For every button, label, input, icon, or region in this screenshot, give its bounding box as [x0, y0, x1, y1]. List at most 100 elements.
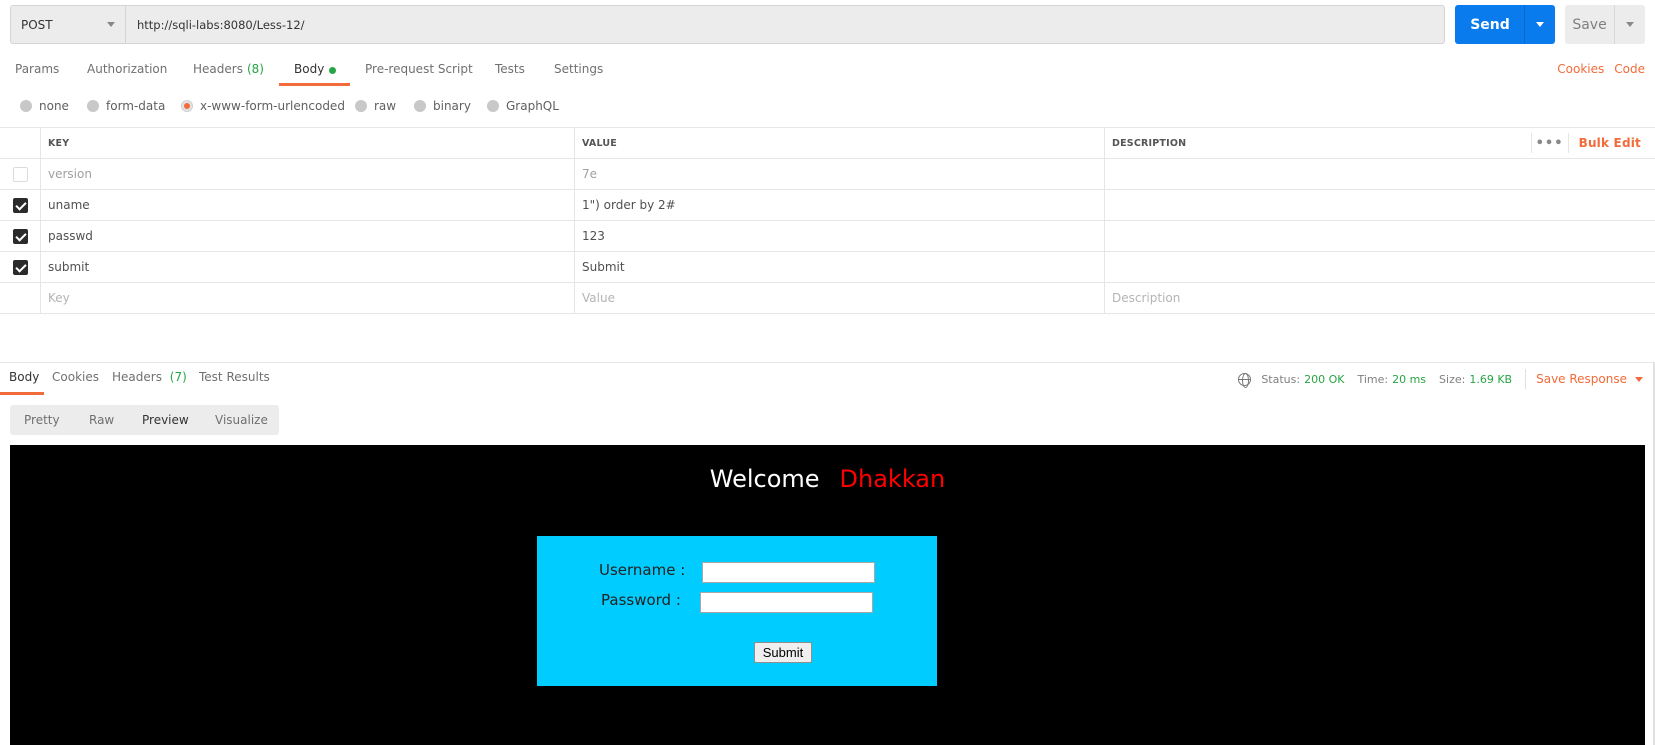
time-value[interactable]: 20 ms	[1392, 373, 1426, 386]
radio-x-www-form-urlencoded[interactable]: x-www-form-urlencoded	[181, 99, 345, 113]
row-checkbox[interactable]	[12, 166, 28, 182]
url-value: http://sqli-labs:8080/Less-12/	[137, 17, 305, 32]
status-value[interactable]: 200 OK	[1304, 373, 1344, 386]
request-bar: POST http://sqli-labs:8080/Less-12/ Send…	[10, 5, 1645, 44]
login-form: Username : Password : Submit	[537, 536, 937, 686]
radio-binary[interactable]: binary	[414, 99, 471, 113]
row-value[interactable]: Submit	[574, 252, 1104, 282]
code-link[interactable]: Code	[1614, 62, 1645, 76]
row-key[interactable]: passwd	[40, 221, 574, 251]
response-tab-cookies[interactable]: Cookies	[52, 370, 99, 384]
header-value: VALUE	[574, 128, 1104, 158]
row-checkbox[interactable]	[12, 197, 28, 213]
save-options-chevron-icon[interactable]	[1626, 22, 1634, 27]
submit-button[interactable]: Submit	[754, 642, 812, 663]
bulk-edit-link[interactable]: Bulk Edit	[1569, 136, 1655, 150]
save-button[interactable]: Save	[1565, 5, 1614, 44]
method-select[interactable]: POST	[10, 5, 126, 44]
tab-authorization[interactable]: Authorization	[87, 56, 167, 86]
new-description-input[interactable]: Description	[1104, 283, 1655, 313]
row-value[interactable]: 1") order by 2#	[574, 190, 1104, 220]
size-value[interactable]: 1.69 KB	[1469, 373, 1512, 386]
row-checkbox-cell	[0, 159, 40, 189]
header-description-label: DESCRIPTION	[1112, 137, 1187, 149]
params-table: KEY VALUE DESCRIPTION ••• Bulk Edit vers…	[0, 127, 1655, 314]
radio-circle-icon	[20, 100, 32, 112]
radio-label: x-www-form-urlencoded	[200, 99, 345, 113]
tab-body[interactable]: Body	[294, 56, 337, 86]
tab-label: Settings	[554, 62, 604, 76]
row-checkbox-cell	[0, 190, 40, 220]
new-value-input[interactable]: Value	[574, 283, 1104, 313]
row-value[interactable]: 123	[574, 221, 1104, 251]
row-value[interactable]: 7e	[574, 159, 1104, 189]
row-key[interactable]: version	[40, 159, 574, 189]
username-label: Username :	[599, 561, 686, 579]
save-response-label: Save Response	[1536, 372, 1627, 386]
tab-params[interactable]: Params	[15, 56, 59, 86]
headers-count: (8)	[246, 62, 264, 76]
response-status: Status: 200 OK Time: 20 ms Size: 1.69 KB…	[1238, 369, 1655, 389]
tab-label: Headers	[193, 62, 243, 76]
ellipsis-icon[interactable]: •••	[1530, 133, 1569, 153]
send-button[interactable]: Send	[1455, 5, 1525, 44]
row-description[interactable]	[1104, 190, 1655, 220]
send-divider	[1524, 5, 1525, 44]
header-description: DESCRIPTION ••• Bulk Edit	[1104, 128, 1655, 158]
row-checkbox[interactable]	[12, 259, 28, 275]
radio-circle-icon	[414, 100, 426, 112]
tab-settings[interactable]: Settings	[554, 56, 603, 86]
new-param-row: Key Value Description	[0, 283, 1655, 314]
radio-graphql[interactable]: GraphQL	[487, 99, 559, 113]
send-button-group: Send	[1455, 5, 1555, 44]
radio-selected-icon	[181, 100, 193, 112]
welcome-name: Dhakkan	[839, 465, 946, 493]
tab-headers[interactable]: Headers (8)	[193, 56, 264, 86]
url-input[interactable]: http://sqli-labs:8080/Less-12/	[125, 5, 1445, 44]
method-value: POST	[21, 17, 53, 32]
status-label: Status:	[1261, 372, 1301, 386]
header-key: KEY	[40, 128, 574, 158]
mode-visualize[interactable]: Visualize	[215, 405, 268, 435]
row-key[interactable]: uname	[40, 190, 574, 220]
row-description[interactable]	[1104, 252, 1655, 282]
row-key[interactable]: submit	[40, 252, 574, 282]
row-checkbox[interactable]	[12, 228, 28, 244]
welcome-heading: Welcome Dhakkan	[10, 465, 1645, 493]
radio-raw[interactable]: raw	[355, 99, 396, 113]
tab-label: Params	[15, 62, 60, 76]
row-description[interactable]	[1104, 159, 1655, 189]
mode-pretty[interactable]: Pretty	[24, 405, 60, 435]
cookies-link[interactable]: Cookies	[1557, 62, 1604, 76]
chevron-down-icon	[107, 22, 115, 27]
save-divider	[1614, 5, 1615, 44]
pane-divider[interactable]	[0, 362, 1655, 363]
response-tabs: Body Cookies Headers (7) Test Results St…	[0, 369, 1655, 396]
response-tab-test-results[interactable]: Test Results	[199, 370, 270, 384]
active-tab-underline	[279, 83, 350, 86]
view-mode-switcher: Pretty Raw Preview Visualize	[10, 405, 279, 435]
mode-preview[interactable]: Preview	[142, 405, 189, 435]
save-button-group: Save	[1565, 5, 1645, 44]
username-input[interactable]	[702, 562, 875, 583]
tab-label: Body	[294, 62, 325, 76]
response-tab-headers[interactable]: Headers (7)	[112, 370, 187, 384]
response-tab-body[interactable]: Body	[9, 370, 39, 384]
password-input[interactable]	[700, 592, 873, 613]
save-response-button[interactable]: Save Response	[1536, 372, 1643, 386]
row-description[interactable]	[1104, 221, 1655, 251]
tab-tests[interactable]: Tests	[495, 56, 525, 86]
status-divider	[1525, 369, 1527, 389]
globe-icon[interactable]	[1238, 372, 1252, 388]
radio-form-data[interactable]: form-data	[87, 99, 165, 113]
tab-label: Tests	[495, 62, 525, 76]
radio-label: form-data	[106, 99, 166, 113]
new-key-input[interactable]: Key	[40, 283, 574, 313]
tab-pre-request-script[interactable]: Pre-request Script	[365, 56, 473, 86]
tab-label: Headers	[112, 370, 162, 384]
header-tools: ••• Bulk Edit	[1530, 128, 1655, 158]
radio-label: binary	[433, 99, 471, 113]
send-options-chevron-icon[interactable]	[1536, 22, 1544, 27]
radio-none[interactable]: none	[20, 99, 69, 113]
mode-raw[interactable]: Raw	[89, 405, 114, 435]
